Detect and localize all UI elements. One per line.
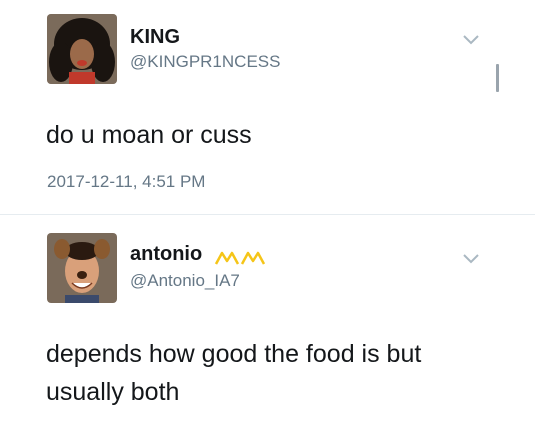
avatar[interactable]: [47, 233, 117, 303]
avatar-photo-icon: [47, 14, 117, 84]
user-handle[interactable]: @KINGPR1NCESS: [130, 52, 280, 72]
tweet-text-line: depends how good the food is but: [46, 340, 422, 368]
display-name[interactable]: antonio: [130, 243, 202, 266]
crown-emoji-icon: [214, 251, 266, 265]
timestamp[interactable]: 2017-12-11, 4:51 PM: [47, 172, 205, 192]
tweet-text: do u moan or cuss: [46, 121, 252, 149]
avatar-photo-icon: [47, 233, 117, 303]
display-name[interactable]: KING: [130, 26, 180, 49]
tweet-text-line: usually both: [46, 378, 180, 406]
avatar[interactable]: [47, 14, 117, 84]
tweet-2: antonio @Antonio_IA7 depends how good th…: [0, 215, 535, 436]
tweet-1: KING @KINGPR1NCESS do u moan or cuss 201…: [0, 0, 535, 215]
tweet-text: depends how good the food is but usually…: [46, 335, 506, 411]
chevron-down-icon[interactable]: [462, 34, 480, 46]
chevron-down-icon[interactable]: [462, 253, 480, 265]
scrollbar[interactable]: [496, 64, 499, 92]
user-handle[interactable]: @Antonio_IA7: [130, 271, 240, 291]
